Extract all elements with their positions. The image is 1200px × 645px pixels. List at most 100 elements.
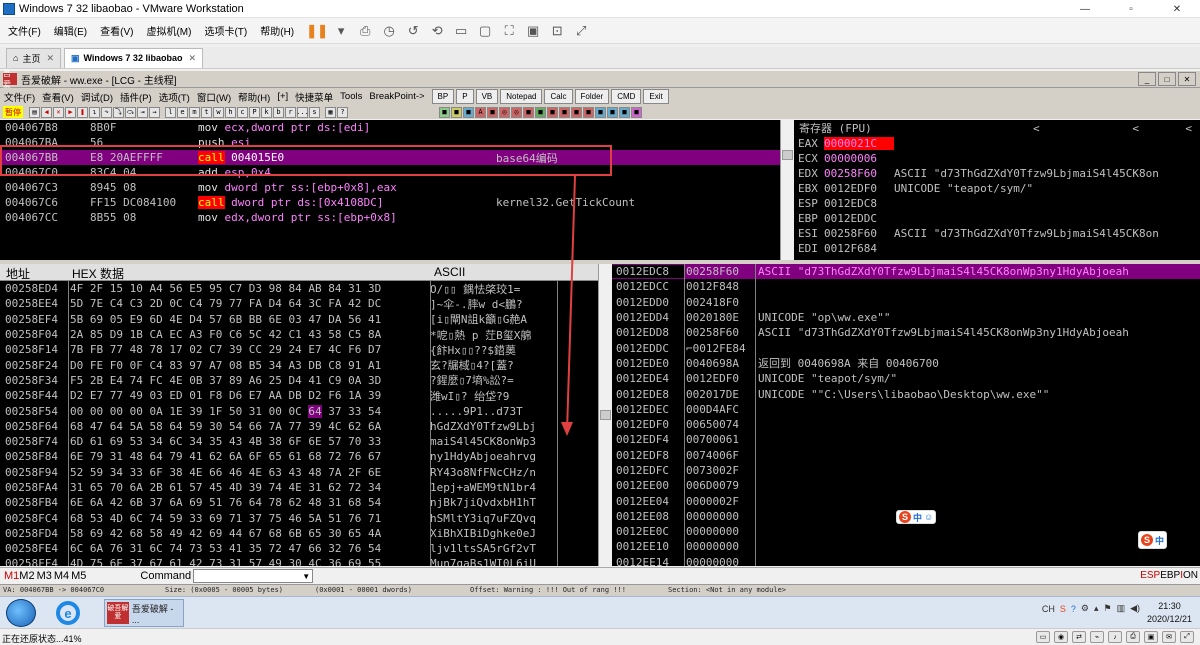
lang-indicator[interactable]: CH <box>1042 604 1055 614</box>
plugin-icon-12[interactable]: ■ <box>571 106 582 118</box>
folder-button[interactable]: Folder <box>574 89 610 104</box>
hdd-icon[interactable]: ▭ <box>1036 631 1050 643</box>
marker-m2[interactable]: M2 <box>19 570 34 582</box>
execute-till-return-icon[interactable]: ⇥ <box>137 106 148 118</box>
calc-button[interactable]: Calc <box>544 89 573 104</box>
dropdown-icon[interactable]: ▾ <box>331 21 351 41</box>
stack-row[interactable]: 0012EE10 00000000 <box>612 539 1200 554</box>
scrollbar-thumb[interactable] <box>782 150 793 160</box>
menu-help[interactable]: 帮助(H) <box>260 23 294 38</box>
ime-indicator-large[interactable]: S 中 <box>1138 531 1168 549</box>
tool-r[interactable]: r <box>285 106 296 118</box>
plugin-icon-17[interactable]: ■ <box>631 106 642 118</box>
dump-row[interactable]: 00258F04 2A 85 D9 1B CA EC A3 F0 C6 5C 42… <box>0 327 598 342</box>
tool-h[interactable]: h <box>225 106 236 118</box>
stack-row[interactable]: 0012EE14 00000000 <box>612 555 1200 566</box>
stack-row[interactable]: 0012EDE0 0040698A 返回到 0040698A 来自 00406700 <box>612 356 1200 371</box>
register-row[interactable]: EDX 00258F60 ASCII "d73ThGdZXdY0Tfzw9Lbjma… <box>794 166 1200 181</box>
register-value[interactable]: 0012EDF0 <box>824 182 894 195</box>
maximize-button[interactable]: ▫ <box>1108 0 1154 18</box>
tool-c[interactable]: c <box>237 106 248 118</box>
plugin-icon-13[interactable]: ■ <box>583 106 594 118</box>
plugin-icon-5[interactable]: ■ <box>487 106 498 118</box>
plugin-icon-2[interactable]: ■ <box>451 106 462 118</box>
dump-row[interactable]: 00258FD4 58 69 42 68 58 49 42 69 44 67 68… <box>0 526 598 541</box>
console-icon[interactable]: ⊡ <box>547 21 567 41</box>
plugin-icon-14[interactable]: ■ <box>595 106 606 118</box>
vb-button[interactable]: VB <box>475 89 499 104</box>
stack-row[interactable]: 0012EDF8 0074006F <box>612 448 1200 463</box>
dump-row[interactable]: 00258ED4 4F 2F 15 10 A4 56 E5 95 C7 D3 98… <box>0 281 598 296</box>
tool-t[interactable]: t <box>201 106 212 118</box>
od-menu-plus[interactable]: [+] <box>277 91 288 102</box>
tool-l[interactable]: l <box>165 106 176 118</box>
tool-dots[interactable]: ... <box>296 106 309 118</box>
disasm-row[interactable]: 004067C6 FF15 DC084100 call dword ptr ds… <box>0 195 780 210</box>
dump-row[interactable]: 00258FE4 6C 6A 76 31 6C 74 73 53 41 35 72… <box>0 541 598 556</box>
menu-view[interactable]: 查看(V) <box>100 23 133 38</box>
send-keys-icon[interactable]: ⎙ <box>355 21 375 41</box>
register-row[interactable]: EDI 0012F684 <box>794 241 1200 256</box>
debugger-maximize-button[interactable]: □ <box>1158 72 1176 86</box>
register-value[interactable]: 00000006 <box>824 152 894 165</box>
chevron-down-icon[interactable]: ▼ <box>302 572 310 581</box>
registers-pane[interactable]: 寄存器 (FPU) < < < EAX 0000021C ECX 00000006 … <box>794 120 1200 260</box>
register-value[interactable]: 00258F60 <box>824 167 894 180</box>
tool-e[interactable]: e <box>177 106 188 118</box>
dump-row[interactable]: 00258F64 68 47 64 5A 58 64 59 30 54 66 7A… <box>0 419 598 434</box>
stack-row[interactable]: 0012EDD0 002418F0 <box>612 295 1200 310</box>
dump-row[interactable]: 00258EE4 5D 7E C4 C3 2D 0C C4 79 77 FA D4… <box>0 296 598 311</box>
od-menu-file[interactable]: 文件(F) <box>4 90 35 104</box>
fullscreen-icon[interactable]: ⛶ <box>499 21 519 41</box>
stack-row[interactable]: 0012EE04 0000002F <box>612 493 1200 508</box>
plugin-icon-9[interactable]: ■ <box>535 106 546 118</box>
dump-row[interactable]: 00258F94 52 59 34 33 6F 38 4E 66 46 4E 63… <box>0 465 598 480</box>
trace-into-icon[interactable]: ⤵ <box>113 106 124 118</box>
od-menu-breakpoint[interactable]: BreakPoint-> <box>369 91 424 102</box>
stack-row[interactable]: 0012EDD8 00258F60 ASCII "d73ThGdZXdY0Tfzw9… <box>612 325 1200 340</box>
exit-button[interactable]: Exit <box>643 89 669 104</box>
sound-icon[interactable]: ♪ <box>1108 631 1122 643</box>
stack-row[interactable]: 0012EDCC 0012F848 <box>612 279 1200 294</box>
stack-row-selected[interactable]: 0012EDC8 00258F60 ASCII "d73ThGdZXdY0Tfzw9… <box>612 264 1200 280</box>
unity-icon[interactable]: ▣ <box>523 21 543 41</box>
marker-m3[interactable]: M3 <box>37 570 52 582</box>
menu-vm[interactable]: 虚拟机(M) <box>146 23 191 38</box>
close-tab-icon[interactable]: ✕ <box>46 53 54 64</box>
od-menu-shortcut[interactable]: 快捷菜单 <box>295 90 333 104</box>
dump-scrollbar[interactable] <box>598 264 612 566</box>
chevron-up-icon[interactable]: ▴ <box>1094 603 1099 614</box>
registers-nav-icon[interactable]: < < < <box>1033 122 1192 135</box>
plugin-icon-4[interactable]: A <box>475 106 486 118</box>
dump-col-ascii[interactable]: ASCII <box>434 265 465 279</box>
memory-dump-pane[interactable]: 00258ED4 4F 2F 15 10 A4 56 E5 95 C7 D3 98… <box>0 281 598 566</box>
dump-col-hex[interactable]: HEX 数据 <box>72 265 124 282</box>
dump-row[interactable]: 00258F14 7B FB 77 48 78 17 02 C7 39 CC 29… <box>0 342 598 357</box>
dump-row[interactable]: 00258F34 F5 2B E4 74 FC 4E 0B 37 89 A6 25… <box>0 373 598 388</box>
tab-vm[interactable]: ▣ Windows 7 32 libaobao ✕ <box>64 47 203 68</box>
plugin-icon-1[interactable]: ■ <box>439 106 450 118</box>
revert-snapshot-icon[interactable]: ↺ <box>403 21 423 41</box>
ie-taskbar-button[interactable]: e <box>48 599 88 627</box>
stack-row[interactable]: 0012EDF4 00700061 <box>612 432 1200 447</box>
pause-icon[interactable]: ❚❚ <box>306 21 328 41</box>
dump-row[interactable]: 00258FB4 6E 6A 42 6B 37 6A 69 51 76 64 78… <box>0 495 598 510</box>
debugger-minimize-button[interactable]: _ <box>1138 72 1156 86</box>
sidebar-icon[interactable]: ▭ <box>451 21 471 41</box>
tool-w[interactable]: w <box>213 106 224 118</box>
close-tab-icon[interactable]: ✕ <box>188 53 196 64</box>
marker-m5[interactable]: M5 <box>71 570 86 582</box>
stack-row[interactable]: 0012EDDC ⌐0012FE84 <box>612 340 1200 355</box>
stretch-icon[interactable]: ⤢ <box>571 21 591 41</box>
dump-row[interactable]: 00258FF4 4D 75 6E 37 67 61 42 73 31 57 49… <box>0 556 598 566</box>
bp-button[interactable]: BP <box>431 89 455 104</box>
step-into-icon[interactable]: ↴ <box>89 106 100 118</box>
tool-s[interactable]: s <box>309 106 320 118</box>
od-menu-plugins[interactable]: 插件(P) <box>120 90 152 104</box>
dump-row[interactable]: 00258F44 D2 E7 77 49 03 ED 01 F8 D6 E7 AA… <box>0 388 598 403</box>
register-value[interactable]: 0012EDC8 <box>824 197 894 210</box>
dump-row[interactable]: 00258F74 6D 61 69 53 34 6C 34 35 43 4B 38… <box>0 434 598 449</box>
cmd-button[interactable]: CMD <box>611 89 642 104</box>
thumbnail-icon[interactable]: ▢ <box>475 21 495 41</box>
fit-icon[interactable]: ⤢ <box>1180 631 1194 643</box>
